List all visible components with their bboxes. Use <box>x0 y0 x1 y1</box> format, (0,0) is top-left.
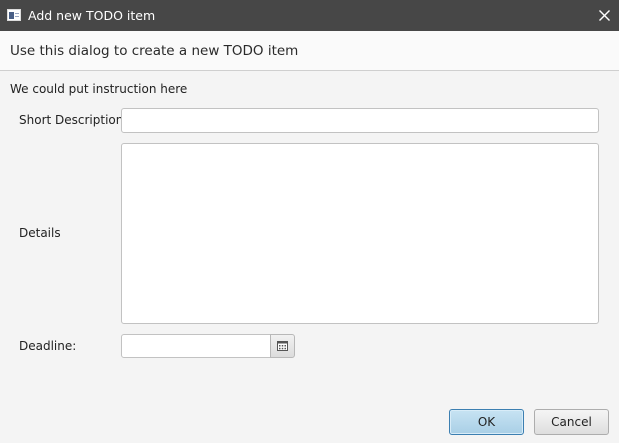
details-textarea[interactable] <box>121 143 599 324</box>
deadline-label: Deadline: <box>19 339 77 353</box>
close-icon <box>598 10 610 21</box>
dialog-header: Use this dialog to create a new TODO ite… <box>0 31 619 71</box>
date-picker-button[interactable] <box>270 334 295 358</box>
deadline-input[interactable] <box>121 334 271 358</box>
ok-button[interactable]: OK <box>449 409 524 435</box>
short-description-input[interactable] <box>121 108 599 133</box>
close-button[interactable] <box>589 0 619 31</box>
header-text: Use this dialog to create a new TODO ite… <box>10 43 299 59</box>
cancel-button[interactable]: Cancel <box>534 409 609 435</box>
short-description-label: Short Description <box>19 113 124 127</box>
instruction-text: We could put instruction here <box>10 82 188 96</box>
window-icon <box>7 9 21 21</box>
calendar-icon <box>277 341 288 351</box>
details-label: Details <box>19 226 61 240</box>
title-bar[interactable]: Add new TODO item <box>0 0 619 31</box>
window-title: Add new TODO item <box>28 8 156 23</box>
